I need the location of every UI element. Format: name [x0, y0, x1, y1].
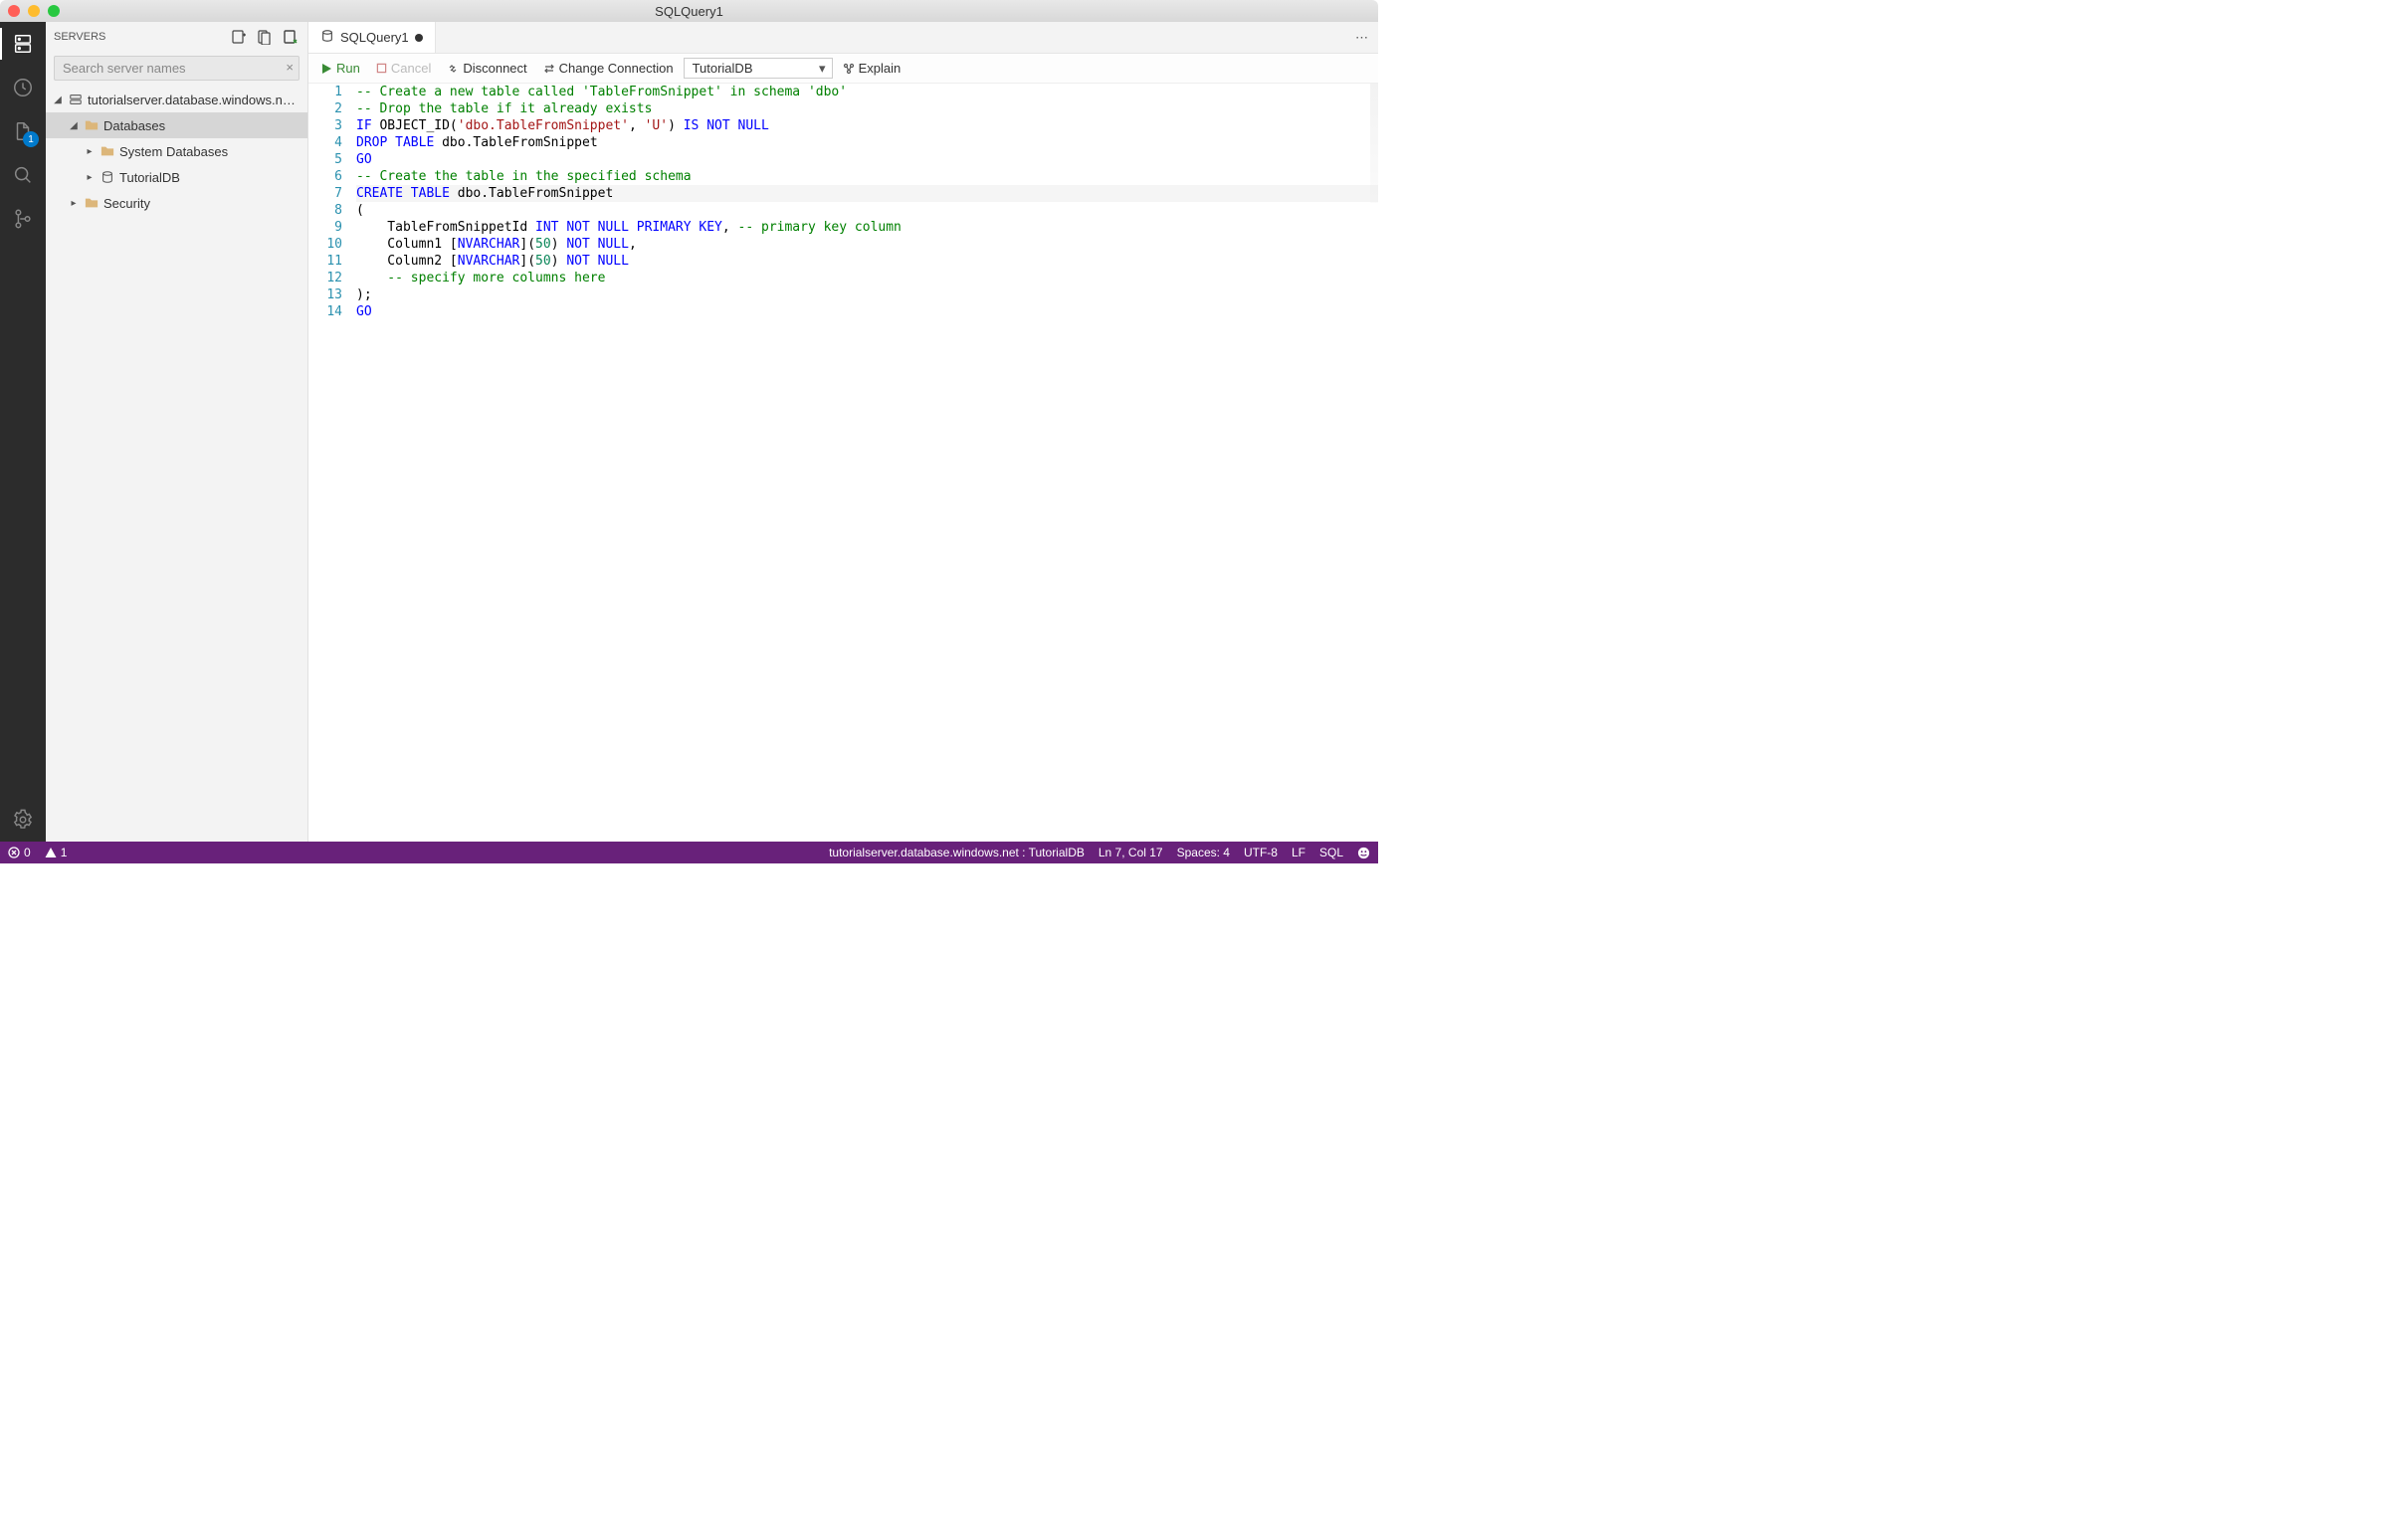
activity-bar: 1 [0, 22, 46, 842]
cancel-label: Cancel [391, 61, 431, 76]
status-bar: 0 1 tutorialserver.database.windows.net … [0, 842, 1378, 863]
tree-tutorialdb-node[interactable]: ▸ TutorialDB [46, 164, 307, 190]
task-history-activity-icon[interactable] [9, 74, 37, 101]
disconnect-label: Disconnect [463, 61, 526, 76]
status-language[interactable]: SQL [1319, 846, 1343, 859]
status-spaces[interactable]: Spaces: 4 [1177, 846, 1230, 859]
chevron-right-icon: ▸ [68, 198, 80, 209]
database-icon [100, 169, 115, 185]
source-control-activity-icon[interactable] [9, 205, 37, 233]
status-line-col[interactable]: Ln 7, Col 17 [1099, 846, 1163, 859]
sql-file-icon [320, 29, 334, 46]
server-icon [68, 92, 84, 107]
show-connections-icon[interactable] [282, 28, 300, 46]
dirty-indicator-icon [415, 34, 423, 42]
status-errors-count: 0 [24, 846, 31, 859]
database-selected-label: TutorialDB [693, 61, 753, 76]
minimap[interactable] [1370, 84, 1378, 203]
status-warnings-count: 1 [61, 846, 68, 859]
tab-bar: SQLQuery1 ⋯ [308, 22, 1378, 54]
settings-gear-icon[interactable] [9, 806, 37, 834]
disconnect-button[interactable]: Disconnect [441, 58, 532, 79]
tree-system-databases-node[interactable]: ▸ System Databases [46, 138, 307, 164]
tree-label: Databases [103, 118, 165, 133]
tree-label: Security [103, 196, 150, 211]
status-warnings[interactable]: 1 [45, 846, 68, 859]
search-activity-icon[interactable] [9, 161, 37, 189]
titlebar: SQLQuery1 [0, 0, 1378, 22]
new-connection-icon[interactable] [230, 28, 248, 46]
clear-search-icon[interactable]: × [286, 60, 294, 75]
tree-label: System Databases [119, 144, 228, 159]
folder-icon [84, 117, 100, 133]
run-button[interactable]: Run [314, 58, 366, 79]
code-editor[interactable]: 1234567891011121314 -- Create a new tabl… [308, 84, 1378, 842]
chevron-right-icon: ▸ [84, 146, 96, 157]
explorer-badge: 1 [23, 131, 39, 147]
maximize-window-icon[interactable] [48, 5, 60, 17]
explorer-activity-icon[interactable]: 1 [9, 117, 37, 145]
search-box: × [54, 56, 300, 81]
editor-tab-sqlquery1[interactable]: SQLQuery1 [308, 22, 436, 53]
window-title: SQLQuery1 [655, 4, 723, 19]
tree-label: tutorialserver.database.windows.n… [88, 93, 296, 107]
editor-area: SQLQuery1 ⋯ Run Cancel Disconnect Chang [308, 22, 1378, 842]
chevron-down-icon: ◢ [68, 120, 80, 131]
change-connection-label: Change Connection [559, 61, 674, 76]
tree-security-node[interactable]: ▸ Security [46, 190, 307, 216]
explain-label: Explain [859, 61, 902, 76]
sidebar-servers: SERVERS × ◢ tutorialserver.database.wind… [46, 22, 308, 842]
tab-label: SQLQuery1 [340, 30, 409, 45]
status-encoding[interactable]: UTF-8 [1244, 846, 1278, 859]
line-gutter: 1234567891011121314 [308, 84, 352, 842]
folder-icon [84, 195, 100, 211]
cancel-button[interactable]: Cancel [370, 58, 437, 79]
servers-tree: ◢ tutorialserver.database.windows.n… ◢ D… [46, 85, 307, 842]
query-toolbar: Run Cancel Disconnect Change Connection … [308, 54, 1378, 84]
search-input[interactable] [54, 56, 300, 81]
tree-server-node[interactable]: ◢ tutorialserver.database.windows.n… [46, 87, 307, 112]
tab-overflow-icon[interactable]: ⋯ [1345, 30, 1378, 46]
chevron-down-icon: ◢ [52, 95, 64, 105]
database-select[interactable]: TutorialDB [684, 58, 833, 79]
new-server-group-icon[interactable] [256, 28, 274, 46]
chevron-right-icon: ▸ [84, 172, 96, 183]
window-controls [8, 5, 60, 17]
tree-label: TutorialDB [119, 170, 180, 185]
code-content[interactable]: -- Create a new table called 'TableFromS… [352, 84, 1378, 842]
tree-databases-node[interactable]: ◢ Databases [46, 112, 307, 138]
status-connection[interactable]: tutorialserver.database.windows.net : Tu… [829, 846, 1085, 859]
minimize-window-icon[interactable] [28, 5, 40, 17]
sidebar-title: SERVERS [54, 31, 105, 43]
servers-activity-icon[interactable] [9, 30, 37, 58]
status-errors[interactable]: 0 [8, 846, 31, 859]
status-feedback-icon[interactable] [1357, 847, 1370, 859]
run-label: Run [336, 61, 360, 76]
status-eol[interactable]: LF [1292, 846, 1305, 859]
folder-icon [100, 143, 115, 159]
change-connection-button[interactable]: Change Connection [537, 58, 680, 79]
explain-button[interactable]: Explain [837, 58, 907, 79]
close-window-icon[interactable] [8, 5, 20, 17]
